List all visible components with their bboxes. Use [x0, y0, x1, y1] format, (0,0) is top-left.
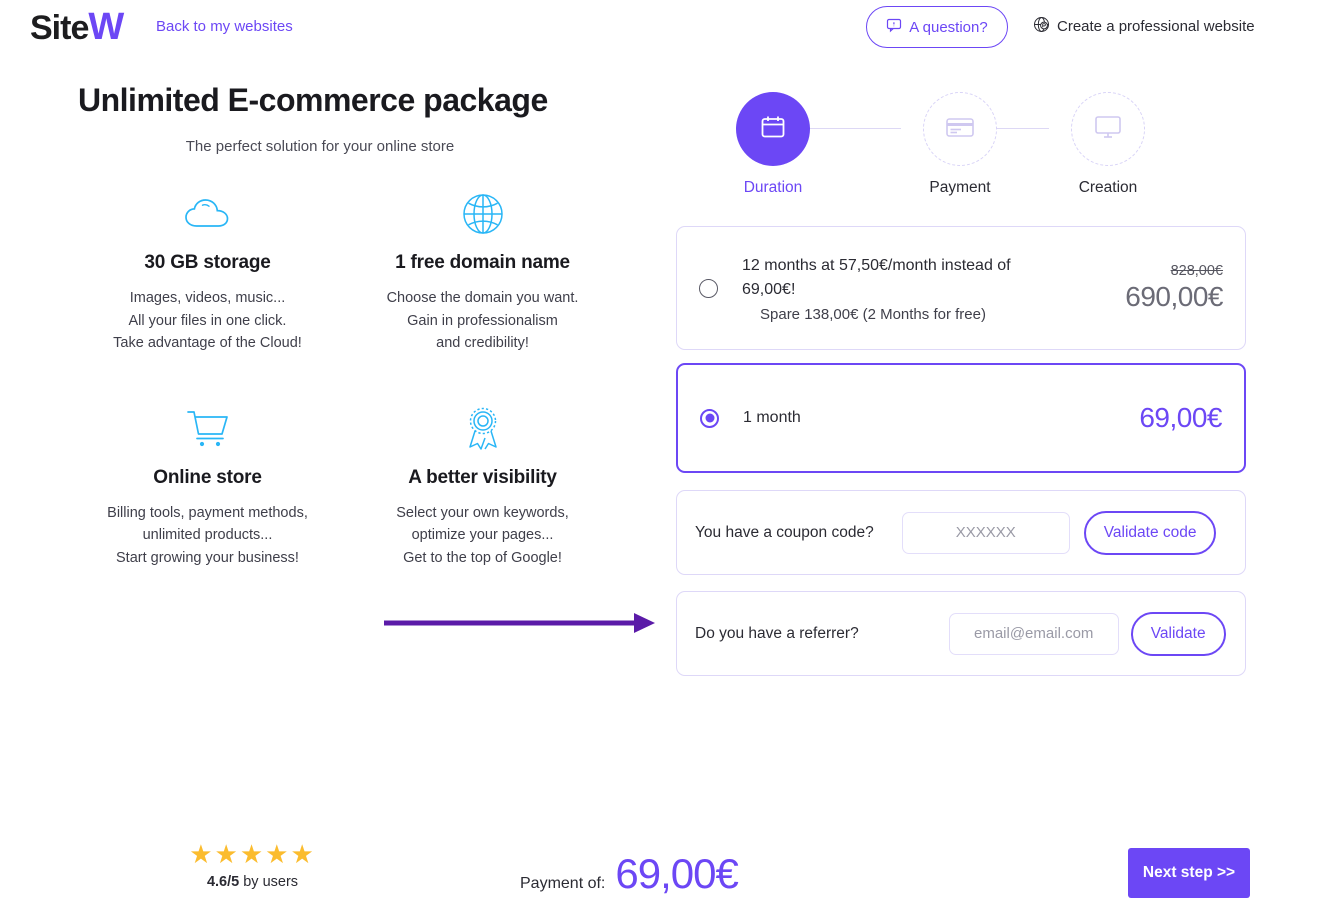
- plan-title: 12 months at 57,50€/month instead of 69,…: [742, 256, 1011, 298]
- validate-referrer-button[interactable]: Validate: [1130, 611, 1226, 656]
- sitew-logo[interactable]: SiteW: [30, 6, 124, 48]
- stepper-circle: [923, 92, 997, 166]
- plan-price-block: 828,00€ 690,00€: [1073, 263, 1223, 313]
- globe-icon: [353, 188, 612, 240]
- logo-text: Site: [30, 9, 89, 47]
- feature-desc-line: and credibility!: [436, 335, 529, 351]
- next-step-button[interactable]: Next step >>: [1128, 848, 1250, 898]
- feature-title: Online store: [153, 466, 262, 488]
- feature-description: Select your own keywords, optimize your …: [353, 502, 612, 570]
- stepper-step-creation[interactable]: Creation: [1036, 92, 1180, 197]
- referrer-box: Do you have a referrer? Validate: [676, 591, 1246, 676]
- calendar-icon: [759, 113, 787, 146]
- plan-old-price: 828,00€: [1170, 263, 1223, 279]
- feature-desc-line: Take advantage of the Cloud!: [113, 335, 302, 351]
- feature-desc-line: unlimited products...: [142, 527, 273, 543]
- a-question-label: A question?: [909, 18, 988, 36]
- plan-option-12-months[interactable]: 12 months at 57,50€/month instead of 69,…: [676, 226, 1246, 350]
- referrer-email-input[interactable]: [948, 612, 1119, 655]
- stepper-step-duration[interactable]: Duration: [701, 92, 845, 197]
- checkout-stepper: Duration Payment Creation: [676, 92, 1246, 202]
- plan-price: 69,00€: [1139, 402, 1222, 433]
- coupon-input[interactable]: [901, 511, 1070, 554]
- monitor-icon: [1093, 113, 1123, 146]
- create-professional-website-link[interactable]: Create a professional website: [1033, 16, 1255, 37]
- rating-max: /5: [227, 874, 240, 890]
- payment-total: Payment of: 69,00€: [520, 850, 739, 898]
- shopping-cart-icon: [78, 403, 337, 455]
- cloud-icon: [78, 188, 337, 240]
- feature-desc-line: Select your own keywords,: [396, 504, 569, 521]
- plan-option-1-month[interactable]: 1 month 69,00€: [676, 363, 1246, 473]
- stepper-circle: [736, 92, 810, 166]
- top-header: SiteW Back to my websites A question? Cr…: [0, 0, 1323, 56]
- feature-title: A better visibility: [408, 466, 557, 488]
- chat-bubble-icon: [886, 17, 902, 37]
- feature-desc-line: All your files in one click.: [128, 312, 287, 329]
- stepper-step-payment[interactable]: Payment: [888, 92, 1032, 197]
- feature-title: 30 GB storage: [144, 252, 271, 273]
- feature-desc-line: Billing tools, payment methods,: [107, 504, 308, 521]
- user-rating: ★★★★★ 4.6/5 by users: [165, 840, 340, 890]
- award-ribbon-icon: [353, 403, 612, 455]
- back-to-my-websites-link[interactable]: Back to my websites: [156, 18, 293, 35]
- annotation-arrow-right-icon: [382, 610, 657, 641]
- rating-suffix: by users: [239, 874, 299, 890]
- feature-desc-line: Images, videos, music...: [129, 290, 286, 306]
- page-title: Unlimited E-commerce package: [78, 82, 548, 118]
- globe-badge-icon: [1033, 16, 1050, 37]
- a-question-button[interactable]: A question?: [866, 6, 1008, 48]
- feature-card-visibility: A better visibility Select your own keyw…: [345, 403, 620, 570]
- feature-desc-line: Gain in professionalism: [407, 312, 558, 329]
- validate-coupon-button[interactable]: Validate code: [1083, 510, 1217, 555]
- stepper-label: Creation: [1078, 179, 1138, 196]
- feature-desc-line: optimize your pages...: [411, 527, 554, 543]
- create-professional-website-label: Create a professional website: [1057, 18, 1255, 35]
- credit-card-icon: [945, 114, 975, 145]
- logo-accent: W: [88, 6, 124, 48]
- plan-radio-12-months[interactable]: [699, 278, 718, 298]
- page-subtitle: The perfect solution for your online sto…: [185, 138, 455, 155]
- feature-card-online-store: Online store Billing tools, payment meth…: [70, 403, 345, 570]
- payment-amount: 69,00€: [615, 850, 738, 897]
- plan-radio-1-month[interactable]: [700, 408, 719, 428]
- plan-price: 690,00€: [1125, 281, 1223, 312]
- feature-description: Images, videos, music... All your files …: [78, 287, 337, 355]
- feature-card-storage: 30 GB storage Images, videos, music... A…: [70, 188, 345, 355]
- payment-label: Payment of:: [520, 875, 606, 892]
- feature-card-domain: 1 free domain name Choose the domain you…: [345, 188, 620, 355]
- feature-description: Choose the domain you want. Gain in prof…: [353, 287, 612, 355]
- feature-title: 1 free domain name: [395, 252, 570, 273]
- star-rating-icon: ★★★★★: [189, 839, 316, 869]
- features-grid: 30 GB storage Images, videos, music... A…: [70, 188, 620, 569]
- feature-desc-line: Get to the top of Google!: [403, 549, 562, 566]
- coupon-label: You have a coupon code?: [695, 523, 874, 541]
- referrer-label: Do you have a referrer?: [695, 624, 859, 642]
- rating-text: 4.6/5 by users: [165, 874, 340, 890]
- stepper-label: Payment: [929, 179, 991, 196]
- plan-price-block: 69,00€: [1072, 402, 1222, 434]
- feature-desc-line: Start growing your business!: [116, 549, 299, 566]
- plan-title: 1 month: [743, 409, 801, 426]
- stepper-circle: [1071, 92, 1145, 166]
- rating-score: 4.6: [206, 874, 228, 890]
- coupon-code-box: You have a coupon code? Validate code: [676, 490, 1246, 575]
- plan-subtitle: Spare 138,00€ (2 Months for free): [760, 305, 986, 323]
- feature-desc-line: Choose the domain you want.: [386, 290, 579, 306]
- feature-description: Billing tools, payment methods, unlimite…: [78, 502, 337, 570]
- stepper-label: Duration: [743, 179, 803, 196]
